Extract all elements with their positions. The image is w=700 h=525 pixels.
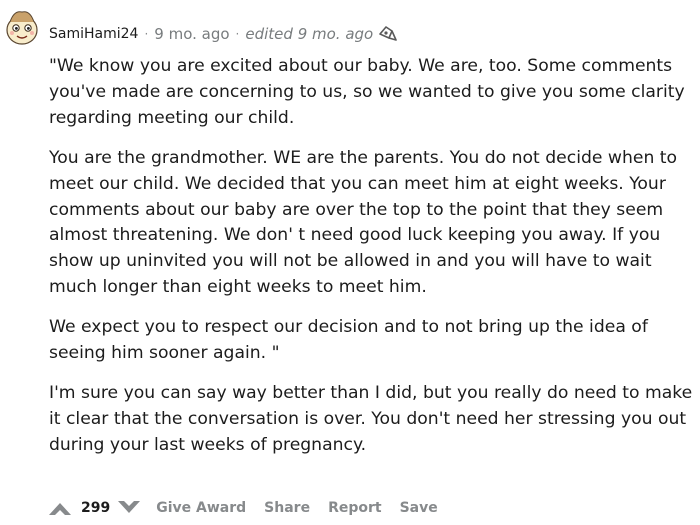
downvote-arrow-icon[interactable] [116,495,142,521]
comment-paragraph: I'm sure you can say way better than I d… [49,382,693,455]
comment-header: SamiHami24 · 9 mo. ago · edited 9 mo. ag… [49,22,399,46]
avatar[interactable] [2,6,42,46]
save-button[interactable]: Save [396,498,442,518]
give-award-button[interactable]: Give Award [152,498,250,518]
comment-paragraph: You are the grandmother. WE are the pare… [49,147,678,298]
username-link[interactable]: SamiHami24 [49,26,138,42]
edited-label: edited 9 mo. ago [245,25,374,43]
separator-dot: · [144,27,149,41]
comment-age[interactable]: 9 mo. ago [154,25,229,43]
comment-body: "We know you are excited about our baby.… [49,54,694,473]
comment-paragraph: "We know you are excited about our baby.… [49,56,685,128]
award-mini-icon [377,22,399,46]
upvote-arrow-icon[interactable] [47,495,73,521]
comment-paragraph: We expect you to respect our decision an… [49,317,648,364]
snoo-avatar-icon [6,11,38,45]
comment-actions: 299 Give Award Share Report Save [47,495,442,521]
separator-dot: · [235,27,240,41]
share-button[interactable]: Share [260,498,314,518]
report-button[interactable]: Report [324,498,386,518]
vote-score: 299 [81,500,111,516]
